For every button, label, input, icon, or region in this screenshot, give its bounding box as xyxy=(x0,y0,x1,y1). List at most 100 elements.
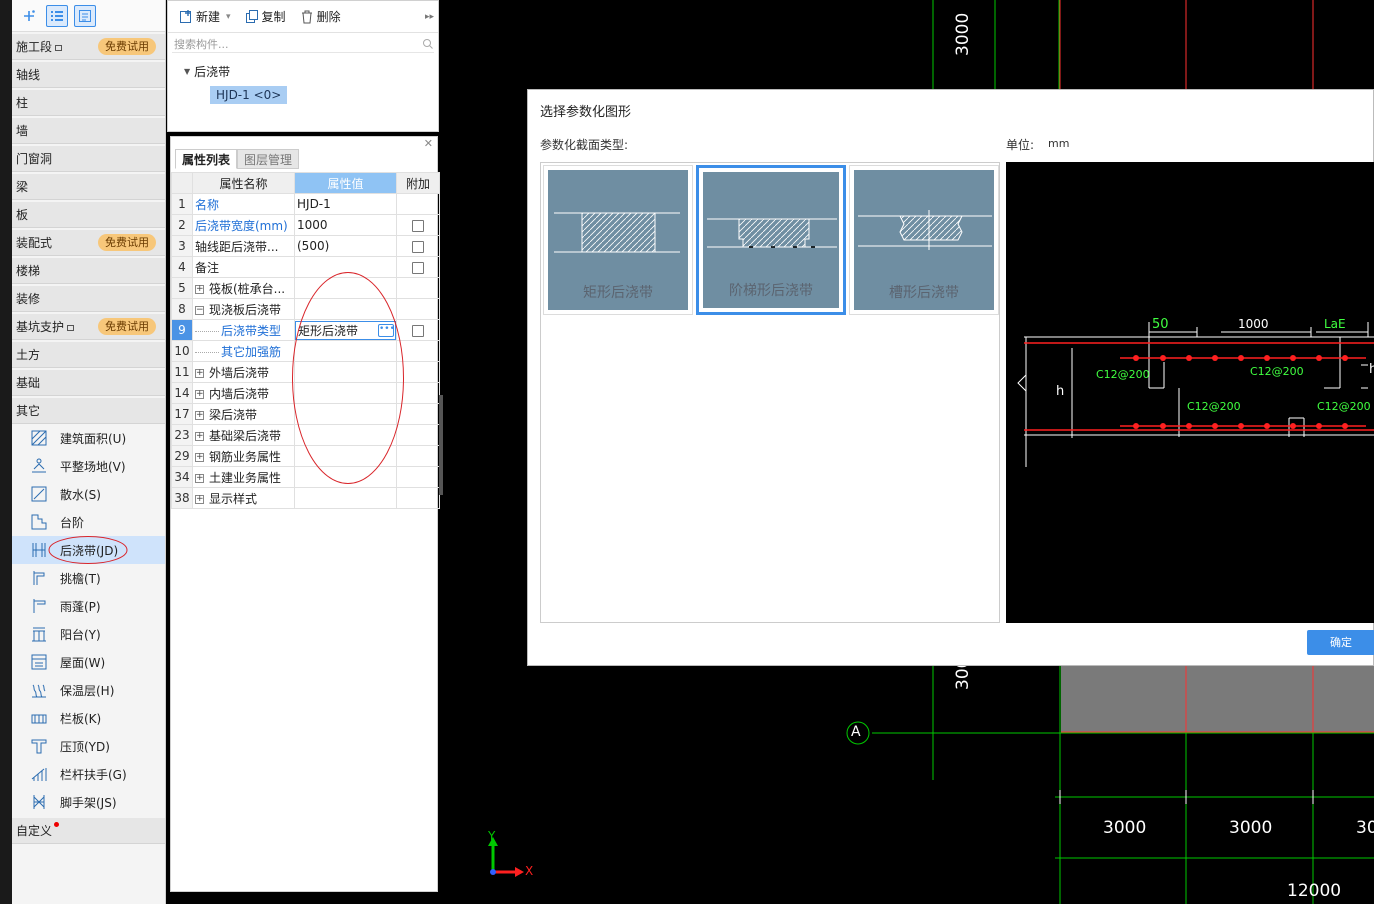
apron-icon xyxy=(31,486,47,502)
property-value-cell[interactable]: HJD-1 xyxy=(294,193,397,215)
subitem-apron[interactable]: 散水(S) xyxy=(12,480,165,508)
property-value-cell[interactable] xyxy=(294,487,397,509)
subitem-parapet[interactable]: 栏板(K) xyxy=(12,704,165,732)
tree-node-root[interactable]: ▼ 后浇带 xyxy=(184,61,438,81)
subitem-label: 散水(S) xyxy=(60,487,101,502)
property-row[interactable]: 2 后浇带宽度(mm) 1000 xyxy=(171,214,440,236)
category-item[interactable]: 轴线 xyxy=(12,62,165,88)
category-item[interactable]: 墙 xyxy=(12,118,165,144)
property-name: 内墙后浇带 xyxy=(209,386,270,401)
category-item[interactable]: 土方 xyxy=(12,342,165,368)
category-item[interactable]: 施工段 免费试用 xyxy=(12,34,165,60)
category-item[interactable]: 板 xyxy=(12,202,165,228)
property-row[interactable]: 3 轴线距后浇带... (500) xyxy=(171,235,440,257)
category-item[interactable]: 装配式 免费试用 xyxy=(12,230,165,256)
extra-checkbox[interactable] xyxy=(412,240,424,253)
category-label: 板 xyxy=(16,208,29,222)
collapse-triangle-icon[interactable]: ▼ xyxy=(184,67,190,76)
collapse-icon[interactable]: − xyxy=(195,305,204,315)
row-number: 5 xyxy=(171,277,193,299)
expand-icon[interactable]: + xyxy=(195,494,204,504)
property-value-cell[interactable]: 1000 xyxy=(294,214,397,236)
expand-icon[interactable]: + xyxy=(195,431,204,441)
tab-layer-management[interactable]: 图层管理 xyxy=(237,149,300,169)
subitem-railing[interactable]: 栏杆扶手(G) xyxy=(12,760,165,788)
property-row[interactable]: 38 + 显示样式 xyxy=(171,487,440,509)
property-name-cell: + 土建业务属性 xyxy=(192,466,295,488)
rebar-label: C12@200 xyxy=(1096,368,1150,381)
shape-card-step[interactable]: 阶梯形后浇带 xyxy=(696,165,846,315)
search-icon[interactable] xyxy=(422,38,434,50)
category-item[interactable]: 柱 xyxy=(12,90,165,116)
shape-label: 槽形后浇带 xyxy=(889,285,959,301)
expand-toolbar-icon[interactable]: ▸▸ xyxy=(425,12,434,22)
subitem-insulation[interactable]: 保温层(H) xyxy=(12,676,165,704)
column-header-index xyxy=(171,172,193,194)
extra-checkbox[interactable] xyxy=(412,219,424,232)
category-label: 基坑支护 xyxy=(16,320,65,334)
category-label: 其它 xyxy=(16,404,41,418)
detail-view-icon[interactable] xyxy=(74,4,96,27)
property-name-cell: 后浇带类型 xyxy=(192,319,295,341)
subitem-balcony[interactable]: 阳台(Y) xyxy=(12,620,165,648)
property-name: 后浇带宽度(mm) xyxy=(195,218,288,233)
subitem-steps[interactable]: 台阶 xyxy=(12,508,165,536)
subitem-scaffold[interactable]: 脚手架(JS) xyxy=(12,788,165,816)
category-item[interactable]: 门窗洞 xyxy=(12,146,165,172)
category-item[interactable]: 楼梯 xyxy=(12,258,165,284)
subitem-label: 屋面(W) xyxy=(60,655,106,670)
extra-checkbox[interactable] xyxy=(412,261,424,274)
component-search-input[interactable]: 搜索构件... xyxy=(172,35,434,53)
category-item[interactable]: 基础 xyxy=(12,370,165,396)
category-label: 楼梯 xyxy=(16,264,41,278)
property-value[interactable]: HJD-1 xyxy=(297,197,331,211)
dropdown-caret-icon[interactable]: ▾ xyxy=(226,12,231,22)
tree-item-hjd1[interactable]: HJD-1 <0> xyxy=(210,86,288,104)
subitem-coping[interactable]: 压顶(YD) xyxy=(12,732,165,760)
subitem-building-area[interactable]: 建筑面积(U) xyxy=(12,424,165,452)
free-trial-badge[interactable]: 免费试用 xyxy=(98,234,156,251)
category-item[interactable]: 其它 xyxy=(12,398,165,424)
property-name: 名称 xyxy=(195,197,220,212)
copy-button[interactable]: 复制 xyxy=(240,8,291,25)
ok-button[interactable]: 确定 xyxy=(1307,630,1374,655)
property-row[interactable]: 1 名称 HJD-1 xyxy=(171,193,440,215)
subitem-cornice[interactable]: 挑檐(T) xyxy=(12,564,165,592)
delete-button[interactable]: 删除 xyxy=(295,8,346,25)
list-view-icon[interactable] xyxy=(46,4,68,27)
category-item[interactable]: 基坑支护 免费试用 xyxy=(12,314,165,340)
tab-property-list[interactable]: 属性列表 xyxy=(175,149,238,169)
property-value[interactable]: (500) xyxy=(297,239,329,253)
free-trial-badge[interactable]: 免费试用 xyxy=(98,38,156,55)
shape-card-groove[interactable]: 槽形后浇带 xyxy=(849,165,999,315)
category-item[interactable]: 装修 xyxy=(12,286,165,312)
property-name: 现浇板后浇带 xyxy=(209,302,282,317)
close-icon[interactable]: ✕ xyxy=(424,137,433,150)
subitem-canopy[interactable]: 雨蓬(P) xyxy=(12,592,165,620)
sparkle-add-icon[interactable] xyxy=(18,5,40,27)
property-name: 土建业务属性 xyxy=(209,470,282,485)
building-area-icon xyxy=(31,430,47,446)
shape-label: 矩形后浇带 xyxy=(583,285,653,301)
shape-card-rect[interactable]: 矩形后浇带 xyxy=(543,165,693,315)
property-name: 后浇带类型 xyxy=(221,323,282,338)
expand-icon[interactable]: + xyxy=(195,473,204,483)
expand-icon[interactable]: + xyxy=(195,410,204,420)
subitem-site-leveling[interactable]: 平整场地(V) xyxy=(12,452,165,480)
expand-icon[interactable]: + xyxy=(195,368,204,378)
column-header-extra: 附加 xyxy=(396,172,440,194)
property-name: 钢筋业务属性 xyxy=(209,449,282,464)
section-preview-canvas: 50 1000 LaE h h C12@200 C12@200 C12@200 … xyxy=(1006,162,1374,623)
property-extra-cell xyxy=(396,487,440,509)
property-value-cell[interactable]: (500) xyxy=(294,235,397,257)
category-item[interactable]: 梁 xyxy=(12,174,165,200)
category-custom[interactable]: 自定义 xyxy=(12,818,165,844)
extra-checkbox[interactable] xyxy=(412,324,424,337)
expand-icon[interactable]: + xyxy=(195,389,204,399)
subitem-roof[interactable]: 屋面(W) xyxy=(12,648,165,676)
free-trial-badge[interactable]: 免费试用 xyxy=(98,318,156,335)
expand-icon[interactable]: + xyxy=(195,452,204,462)
new-button[interactable]: 新建 ▾ xyxy=(174,8,236,25)
property-value[interactable]: 1000 xyxy=(297,218,328,232)
expand-icon[interactable]: + xyxy=(195,284,204,294)
